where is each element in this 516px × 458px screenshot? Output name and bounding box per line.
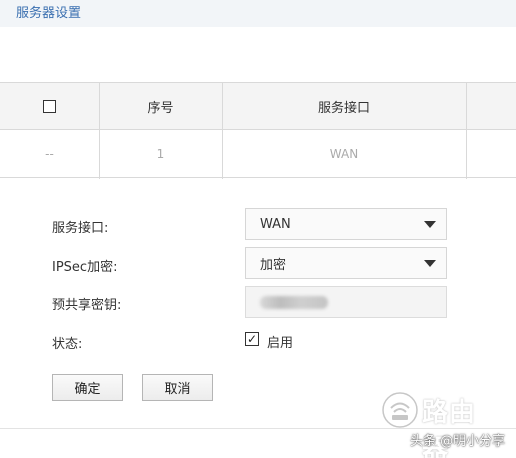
psk-input[interactable] <box>245 286 447 318</box>
interface-select[interactable]: WAN <box>245 208 447 240</box>
watermark-credit: 头条 @明小分享 <box>410 434 506 449</box>
row-interface-cell: WAN <box>329 147 359 161</box>
status-enable-checkbox[interactable]: ✓ <box>245 332 259 346</box>
column-divider <box>466 83 467 179</box>
header-bar: 服务器设置 <box>0 0 516 27</box>
masked-key-value <box>260 296 328 309</box>
page-title: 服务器设置 <box>16 6 82 21</box>
dropdown-arrow-icon <box>424 221 436 228</box>
checkmark-icon: ✓ <box>246 332 258 346</box>
router-logo-icon <box>382 392 418 428</box>
interface-select-value: WAN <box>260 216 291 232</box>
ipsec-label: IPSec加密: <box>52 260 118 275</box>
interface-label: 服务接口: <box>52 221 109 236</box>
column-header-interface: 服务接口 <box>317 101 370 116</box>
dropdown-arrow-icon <box>424 260 436 267</box>
column-header-index: 序号 <box>147 101 174 116</box>
cancel-button[interactable]: 取消 <box>142 374 213 401</box>
server-table: 序号 服务接口 -- 1 WAN <box>0 82 516 179</box>
status-label: 状态: <box>52 337 83 352</box>
select-all-checkbox[interactable] <box>43 100 56 113</box>
row-index-cell: 1 <box>156 147 165 161</box>
ipsec-select-value: 加密 <box>260 257 287 273</box>
ipsec-select[interactable]: 加密 <box>245 247 447 279</box>
confirm-button[interactable]: 确定 <box>52 374 123 401</box>
row-select-cell: -- <box>45 147 54 161</box>
select-all-cell <box>0 83 99 130</box>
status-enable-label: 启用 <box>267 336 294 351</box>
psk-label: 预共享密钥: <box>52 298 122 313</box>
watermark-logo: 路由器 <box>378 388 498 458</box>
